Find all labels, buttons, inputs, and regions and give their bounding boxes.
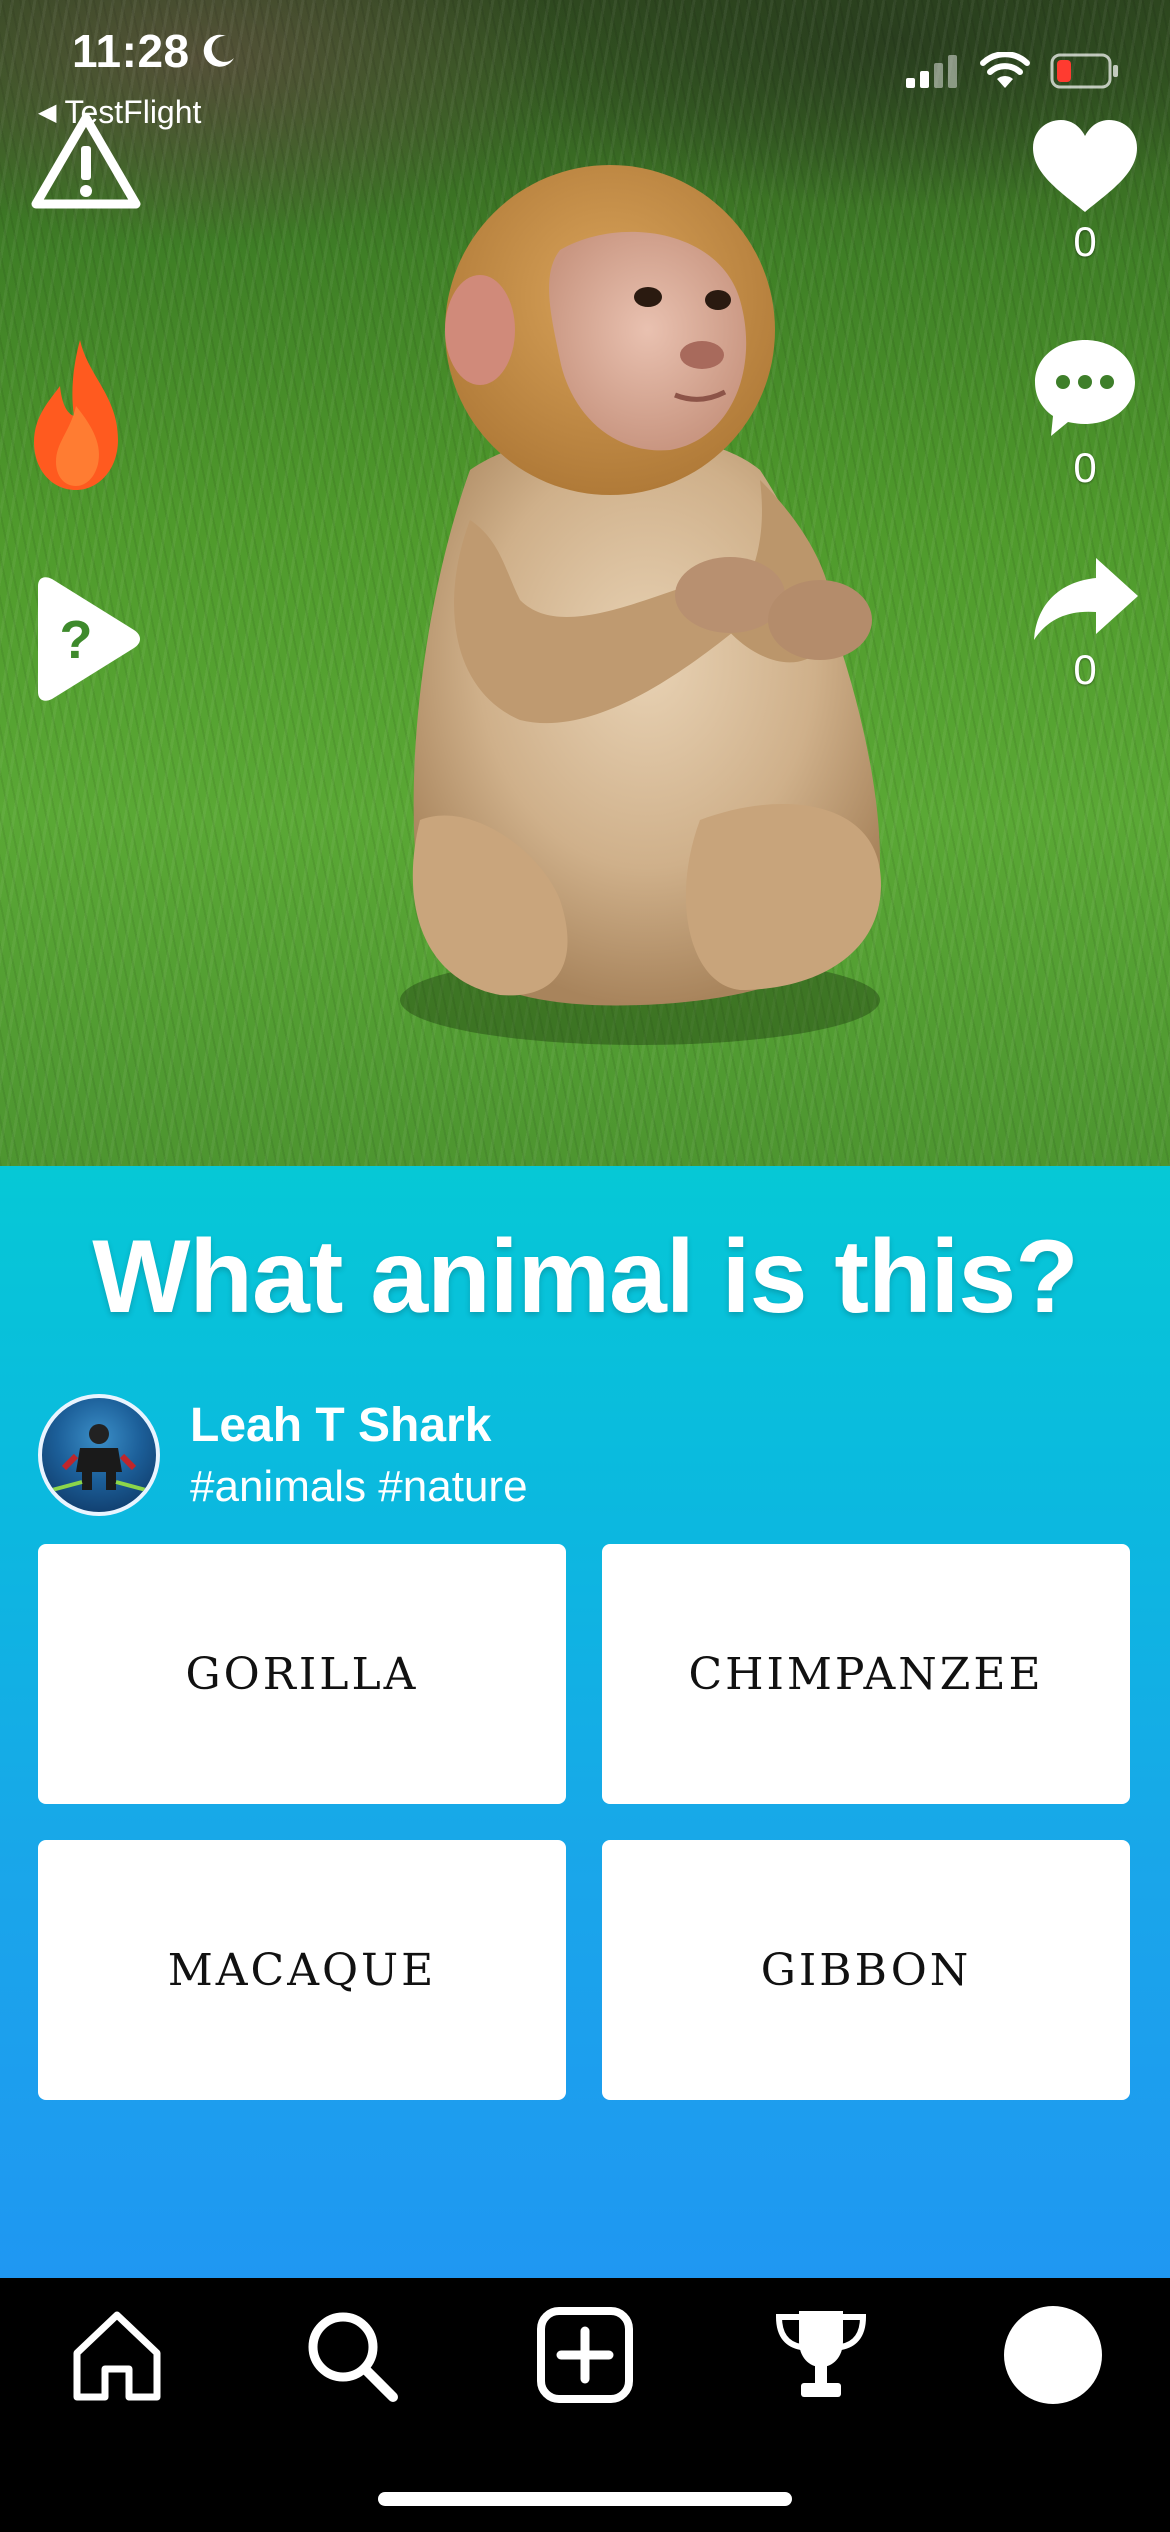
tab-profile[interactable] [998,2300,1108,2410]
author-avatar[interactable] [38,1394,160,1516]
answer-option-macaque[interactable]: MACAQUE [38,1840,566,2100]
tab-create[interactable] [530,2300,640,2410]
create-post-icon [537,2307,633,2403]
svg-text:?: ? [60,610,93,670]
share-action[interactable]: 0 [1030,556,1140,694]
quiz-question: What animal is this? [92,1219,1078,1335]
search-icon [308,2312,398,2402]
author-name[interactable]: Leah T Shark [190,1398,491,1453]
share-arrow-icon[interactable] [1030,556,1140,642]
home-indicator [378,2492,792,2506]
answer-option-gorilla[interactable]: GORILLA [38,1544,566,1804]
comment-action[interactable]: 0 [1030,336,1140,492]
tab-home[interactable] [62,2300,172,2410]
like-action[interactable]: 0 [1030,118,1140,266]
answer-option-gibbon[interactable]: GIBBON [602,1840,1130,2100]
answer-option-chimpanzee[interactable]: CHIMPANZEE [602,1544,1130,1804]
help-play-icon[interactable]: ? [30,576,142,702]
flame-icon[interactable] [30,336,122,494]
moon-icon [203,34,234,67]
report-warning-icon[interactable] [30,112,142,212]
share-count: 0 [1073,646,1097,693]
status-time: 11:28 [72,25,190,77]
status-indicators [906,52,1120,90]
trophy-icon [775,2311,867,2397]
battery-low-icon [1050,53,1118,89]
like-count: 0 [1073,218,1097,265]
wifi-icon [980,52,1030,88]
diver-avatar-image [51,1424,147,1492]
heart-icon[interactable] [1031,118,1139,214]
post-hashtags[interactable]: #animals #nature [190,1462,528,1512]
comment-count: 0 [1073,444,1097,491]
tab-search[interactable] [296,2300,406,2410]
comment-bubble-icon[interactable] [1031,336,1139,440]
cellular-signal-icon [906,55,957,88]
profile-avatar [1004,2306,1102,2404]
home-icon [73,2311,161,2401]
monkey-image [400,165,881,1045]
post-photo[interactable] [0,0,1170,1166]
tab-leaderboard[interactable] [766,2300,876,2410]
